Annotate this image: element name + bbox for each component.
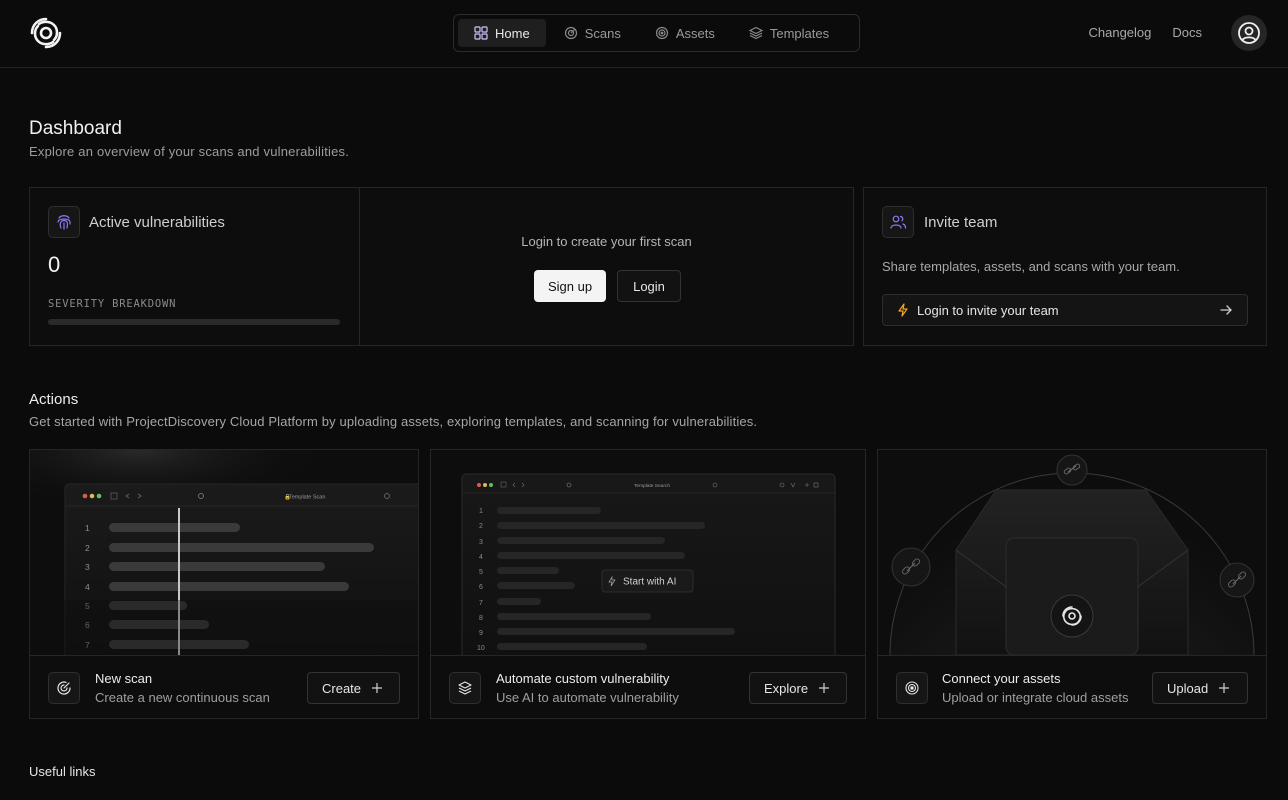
link-icon	[891, 547, 931, 587]
line-number: 2	[479, 523, 483, 530]
vulnerabilities-title: Active vulnerabilities	[89, 214, 225, 231]
actions-title: Actions	[29, 391, 79, 408]
fingerprint-icon	[48, 206, 80, 238]
page-title: Dashboard	[29, 118, 122, 139]
scan-preview-tab: Template Scan	[289, 495, 325, 501]
vulnerabilities-count: 0	[48, 252, 61, 277]
template-search-preview: Template Search 1 2 3 4 5 6 7 8 9 10 Sta…	[431, 450, 865, 655]
radar-icon	[564, 26, 577, 40]
new-scan-footer: New scan Create a new continuous scan Cr…	[30, 655, 418, 718]
line-number: 4	[479, 554, 483, 561]
tab-scans-label: Scans	[584, 25, 621, 41]
page-subtitle: Explore an overview of your scans and vu…	[29, 144, 350, 159]
start-with-ai-label: Start with AI	[623, 577, 676, 588]
changelog-link[interactable]: Changelog	[1088, 25, 1151, 40]
tab-home[interactable]: Home	[458, 19, 546, 47]
target-icon	[896, 672, 928, 704]
line-number: 3	[479, 539, 483, 546]
plus-icon	[372, 683, 383, 693]
explore-button[interactable]: Explore	[749, 672, 847, 704]
login-button[interactable]: Login	[617, 270, 681, 302]
actions-subtitle: Get started with ProjectDiscovery Cloud …	[29, 414, 758, 429]
new-scan-subtitle: Create a new continuous scan	[95, 690, 270, 705]
automate-title: Automate custom vulnerability	[496, 671, 670, 686]
connect-assets-card[interactable]: Connect your assets Upload or integrate …	[877, 449, 1267, 719]
active-vulnerabilities-card: Active vulnerabilities 0 SEVERITY BREAKD…	[29, 187, 854, 346]
line-number: 9	[479, 630, 483, 637]
line-number: 3	[85, 562, 90, 572]
plus-icon	[819, 683, 830, 693]
user-avatar-button[interactable]	[1231, 15, 1267, 51]
line-number: 5	[479, 569, 483, 576]
users-icon	[882, 206, 914, 238]
login-to-invite-button[interactable]: Login to invite your team	[882, 294, 1248, 326]
severity-breakdown-bar	[48, 319, 340, 325]
layers-icon	[748, 26, 763, 40]
connect-assets-subtitle: Upload or integrate cloud assets	[942, 690, 1129, 705]
upload-button[interactable]: Upload	[1152, 672, 1248, 704]
line-number: 10	[477, 645, 485, 652]
new-scan-title: New scan	[95, 671, 153, 686]
line-number: 1	[85, 523, 90, 533]
line-number: 8	[479, 615, 483, 622]
tab-assets-label: Assets	[675, 25, 715, 41]
lightning-icon	[898, 303, 908, 317]
scan-editor-preview: 🔒 Template Scan 1 2 3 4 5 6 7	[30, 450, 418, 655]
invite-team-title: Invite team	[924, 214, 998, 231]
link-icon	[1219, 562, 1255, 598]
plus-icon	[1219, 683, 1230, 693]
search-preview-tab: Template Search	[634, 483, 670, 489]
line-number: 7	[479, 600, 483, 607]
create-button[interactable]: Create	[307, 672, 400, 704]
scan-icon	[48, 672, 80, 704]
tab-templates[interactable]: Templates	[733, 19, 845, 47]
useful-links-title: Useful links	[29, 764, 96, 779]
docs-link[interactable]: Docs	[1172, 25, 1202, 40]
target-icon	[655, 26, 668, 40]
link-icon	[1056, 454, 1088, 486]
line-number: 2	[85, 543, 90, 553]
invite-team-card: Invite team Share templates, assets, and…	[863, 187, 1267, 346]
connect-assets-footer: Connect your assets Upload or integrate …	[878, 655, 1266, 718]
login-to-invite-label: Login to invite your team	[917, 302, 1059, 318]
top-links: Changelog Docs	[1088, 25, 1202, 40]
login-prompt: Login to create your first scan Sign up …	[360, 188, 853, 345]
tab-home-label: Home	[495, 25, 530, 41]
severity-breakdown-label: SEVERITY BREAKDOWN	[48, 298, 177, 310]
user-circle-icon	[1238, 22, 1260, 44]
tab-templates-label: Templates	[769, 25, 830, 41]
projectdiscovery-logo-icon	[1050, 594, 1094, 638]
vulnerabilities-summary: Active vulnerabilities 0 SEVERITY BREAKD…	[30, 188, 360, 345]
new-scan-card[interactable]: 🔒 Template Scan 1 2 3 4 5 6 7 New scan C…	[29, 449, 419, 719]
line-number: 6	[479, 584, 483, 591]
invite-team-subtitle: Share templates, assets, and scans with …	[882, 259, 1180, 274]
connect-assets-title: Connect your assets	[942, 671, 1061, 686]
create-button-label: Create	[322, 680, 362, 696]
layers-icon	[449, 672, 481, 704]
main-nav: Home Scans Assets Templates	[453, 14, 860, 52]
line-number: 1	[479, 508, 483, 515]
assets-illustration	[878, 450, 1266, 655]
line-number: 4	[85, 582, 90, 592]
login-message: Login to create your first scan	[521, 234, 692, 249]
automate-vulnerability-card[interactable]: Template Search 1 2 3 4 5 6 7 8 9 10 Sta…	[430, 449, 866, 719]
projectdiscovery-logo-icon[interactable]	[28, 15, 64, 51]
signup-button[interactable]: Sign up	[534, 270, 606, 302]
top-bar: Home Scans Assets Templates Changelog Do…	[0, 0, 1288, 68]
arrow-right-icon	[1220, 305, 1232, 315]
upload-button-label: Upload	[1167, 680, 1209, 696]
grid-icon	[474, 26, 488, 40]
automate-footer: Automate custom vulnerability Use AI to …	[431, 655, 865, 718]
tab-scans[interactable]: Scans	[548, 19, 637, 47]
tab-assets[interactable]: Assets	[639, 19, 731, 47]
automate-subtitle: Use AI to automate vulnerability	[496, 690, 679, 705]
explore-button-label: Explore	[764, 680, 809, 696]
